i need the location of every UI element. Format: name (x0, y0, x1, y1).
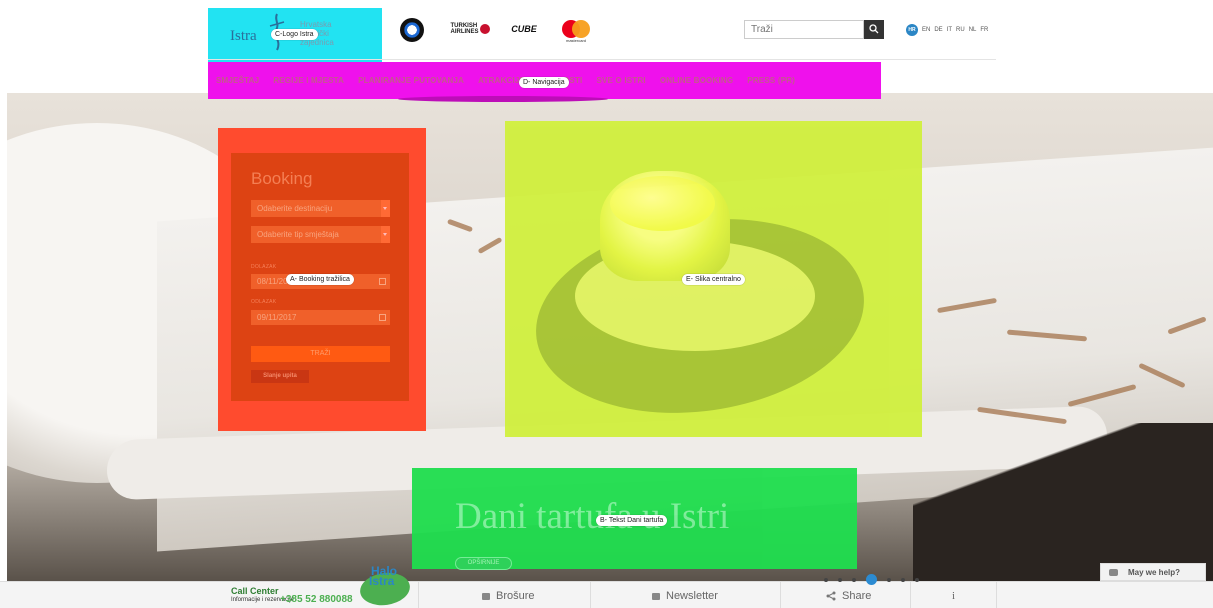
slider-dot-active[interactable] (866, 574, 877, 585)
cube-logo[interactable]: CUBE (502, 14, 546, 44)
nav-item-trip-planning[interactable]: PLANIRANJE PUTOVANJA (358, 76, 464, 85)
send-inquiry-button[interactable]: Slanje upita (251, 370, 309, 383)
dish-yolk (610, 176, 715, 231)
newsletter-link[interactable]: Newsletter (652, 590, 718, 602)
call-center-phone[interactable]: +385 52 880088 (280, 594, 353, 605)
annotation-text: B- Tekst Dani tartufa (596, 515, 668, 526)
book-icon (482, 592, 490, 600)
destination-select[interactable]: Odaberite destinaciju (251, 200, 390, 217)
nav-item-online-booking[interactable]: ONLINE BOOKING (660, 76, 733, 85)
footer-bar: Call Center Informacije i rezervacije +3… (0, 581, 1213, 608)
lang-it[interactable]: IT (947, 27, 952, 33)
slider-dot[interactable] (852, 577, 856, 582)
lang-nl[interactable]: NL (969, 27, 977, 33)
turkish-airlines-emblem-icon (479, 24, 490, 34)
turkish-airlines-text: TURKISH AIRLINES (450, 23, 479, 35)
brochures-link[interactable]: Brošure (482, 590, 535, 602)
lang-hr[interactable]: HR (906, 24, 918, 36)
booking-search-button[interactable]: TRAŽI (251, 346, 390, 362)
chat-label: May we help? (1128, 568, 1181, 577)
departure-label: ODLAZAK (251, 299, 277, 305)
annotation-nav: D- Navigacija (519, 77, 569, 88)
mastercard-text: mastercard (566, 38, 587, 43)
nav-item-press[interactable]: PRESS (PR) (747, 76, 795, 85)
footer-divider (910, 582, 911, 608)
newsletter-label: Newsletter (666, 590, 718, 602)
search-icon (869, 24, 879, 34)
departure-date-field[interactable]: 09/11/2017 (251, 310, 390, 325)
lang-en[interactable]: EN (922, 27, 930, 33)
turkish-airlines-logo[interactable]: TURKISH AIRLINES (448, 14, 492, 44)
header-divider (208, 59, 996, 60)
search-input[interactable] (744, 20, 864, 39)
arrival-label: DOLAZAK (251, 264, 277, 270)
halo-istra-logo[interactable]: Halo Istra (358, 564, 412, 608)
language-switcher: HR EN DE IT RU NL FR (906, 24, 988, 36)
slider-pagination (824, 574, 919, 585)
dark-corner (913, 423, 1213, 581)
info-icon: i (952, 590, 956, 602)
slider-dot[interactable] (901, 577, 905, 582)
mastercard-orange-circle-icon (572, 20, 590, 38)
nav-item-about-istria[interactable]: SVE O ISTRI (596, 76, 645, 85)
chat-bubble-icon (1109, 569, 1118, 576)
share-icon (826, 591, 836, 601)
annotation-booking: A- Booking tražilica (286, 274, 354, 285)
calendar-icon (379, 278, 386, 285)
lang-fr[interactable]: FR (980, 27, 988, 33)
footer-divider (780, 582, 781, 608)
slider-dot[interactable] (824, 577, 828, 582)
annotation-image: E- Slika centralno (682, 274, 745, 285)
bmw-logo[interactable] (400, 18, 424, 42)
brochures-label: Brošure (496, 590, 535, 602)
accommodation-select-value: Odaberite tip smještaja (257, 230, 339, 239)
share-link[interactable]: Share (826, 590, 871, 602)
chevron-down-icon (381, 200, 390, 217)
slider-dot[interactable] (838, 577, 842, 582)
lang-de[interactable]: DE (934, 27, 942, 33)
destination-select-value: Odaberite destinaciju (257, 204, 333, 213)
annotation-logo: C-Logo Istra (271, 29, 318, 40)
slider-dot[interactable] (887, 577, 891, 582)
search-button[interactable] (864, 20, 884, 39)
calendar-icon (379, 314, 386, 321)
info-link[interactable]: i (952, 590, 955, 602)
logo-text: Istra (230, 28, 257, 44)
istra-text: Istra (369, 574, 395, 588)
read-more-button[interactable]: OPŠIRNIJE (455, 557, 512, 570)
hero-title: Dani tartufa u Istri (455, 496, 730, 537)
footer-divider (996, 582, 997, 608)
footer-divider (418, 582, 419, 608)
accommodation-type-select[interactable]: Odaberite tip smještaja (251, 226, 390, 243)
booking-title: Booking (251, 169, 313, 188)
departure-date-value: 09/11/2017 (257, 313, 297, 322)
envelope-icon (652, 592, 660, 600)
chevron-down-icon (381, 226, 390, 243)
cube-text: CUBE (511, 24, 537, 34)
call-center-title: Call Center (231, 586, 279, 596)
nav-item-accommodation[interactable]: SMJEŠTAJ (216, 76, 259, 85)
nav-active-indicator (398, 96, 608, 102)
chat-widget-button[interactable]: May we help? (1100, 563, 1206, 581)
nav-item-regions[interactable]: REGIJE I MJESTA (273, 76, 344, 85)
footer-divider (590, 582, 591, 608)
slider-dot[interactable] (915, 577, 919, 582)
share-label: Share (842, 590, 872, 602)
lang-ru[interactable]: RU (956, 27, 965, 33)
